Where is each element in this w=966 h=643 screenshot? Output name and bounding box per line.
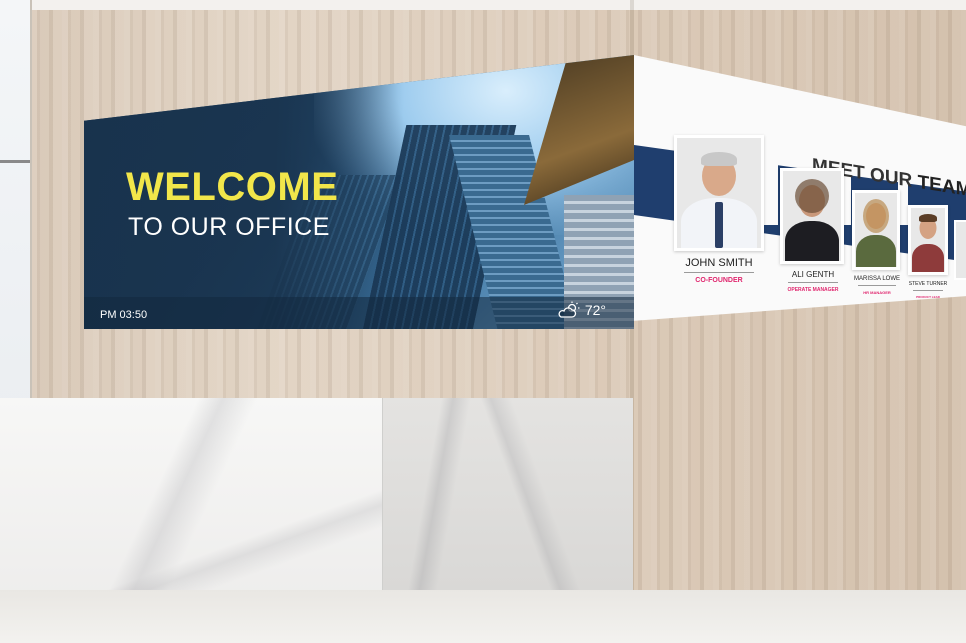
member-divider — [788, 282, 838, 283]
member-photo — [852, 190, 900, 270]
ceiling — [30, 0, 966, 10]
portrait-shirt — [785, 221, 839, 261]
member-role: HR MANAGER — [863, 290, 891, 295]
portrait-hair — [863, 199, 889, 233]
team-member-card: ALI GENTH OPERATE MANAGER — [780, 168, 846, 293]
member-photo — [780, 168, 844, 264]
portrait-shirt — [856, 235, 896, 267]
member-divider — [858, 285, 896, 286]
team-member-card: JOHN SMITH CO-FOUNDER — [674, 135, 764, 284]
welcome-subline: TO OUR OFFICE — [128, 213, 330, 241]
portrait-hair — [795, 179, 829, 213]
team-member-card: STEVE TURNER PRODUCT LEAD — [908, 205, 948, 299]
window-frame — [0, 160, 30, 163]
member-photo — [954, 220, 966, 280]
member-role: CO-FOUNDER — [695, 277, 743, 284]
member-divider — [684, 272, 754, 273]
portrait-tie — [715, 202, 723, 248]
portrait-hair — [919, 214, 937, 222]
member-photo — [908, 205, 948, 275]
stripe-gap — [762, 135, 778, 225]
member-divider — [913, 290, 943, 291]
member-name: MARISSA LOWE — [853, 276, 900, 282]
member-photo — [674, 135, 764, 251]
member-name: STEVE TURNER — [908, 281, 948, 287]
partly-sunny-icon — [558, 301, 580, 318]
temperature-text: 72° — [584, 302, 606, 318]
member-name: ALI GENTH — [791, 270, 835, 279]
status-bar: PM 03:50 72° — [84, 297, 634, 329]
member-role: OPERATE MANAGER — [787, 287, 839, 293]
office-lobby-scene: WELCOME TO OUR OFFICE PM 03:50 72° MEET … — [0, 0, 966, 643]
welcome-headline: WELCOME — [126, 165, 339, 209]
weather-widget: 72° — [557, 301, 606, 319]
team-member-card: MARISSA LOWE HR MANAGER — [852, 190, 902, 295]
clock-text: PM 03:50 — [100, 309, 148, 321]
floor — [0, 590, 966, 643]
member-name: JOHN SMITH — [685, 257, 753, 269]
portrait-shirt — [912, 244, 944, 272]
portrait-hair — [701, 152, 737, 166]
